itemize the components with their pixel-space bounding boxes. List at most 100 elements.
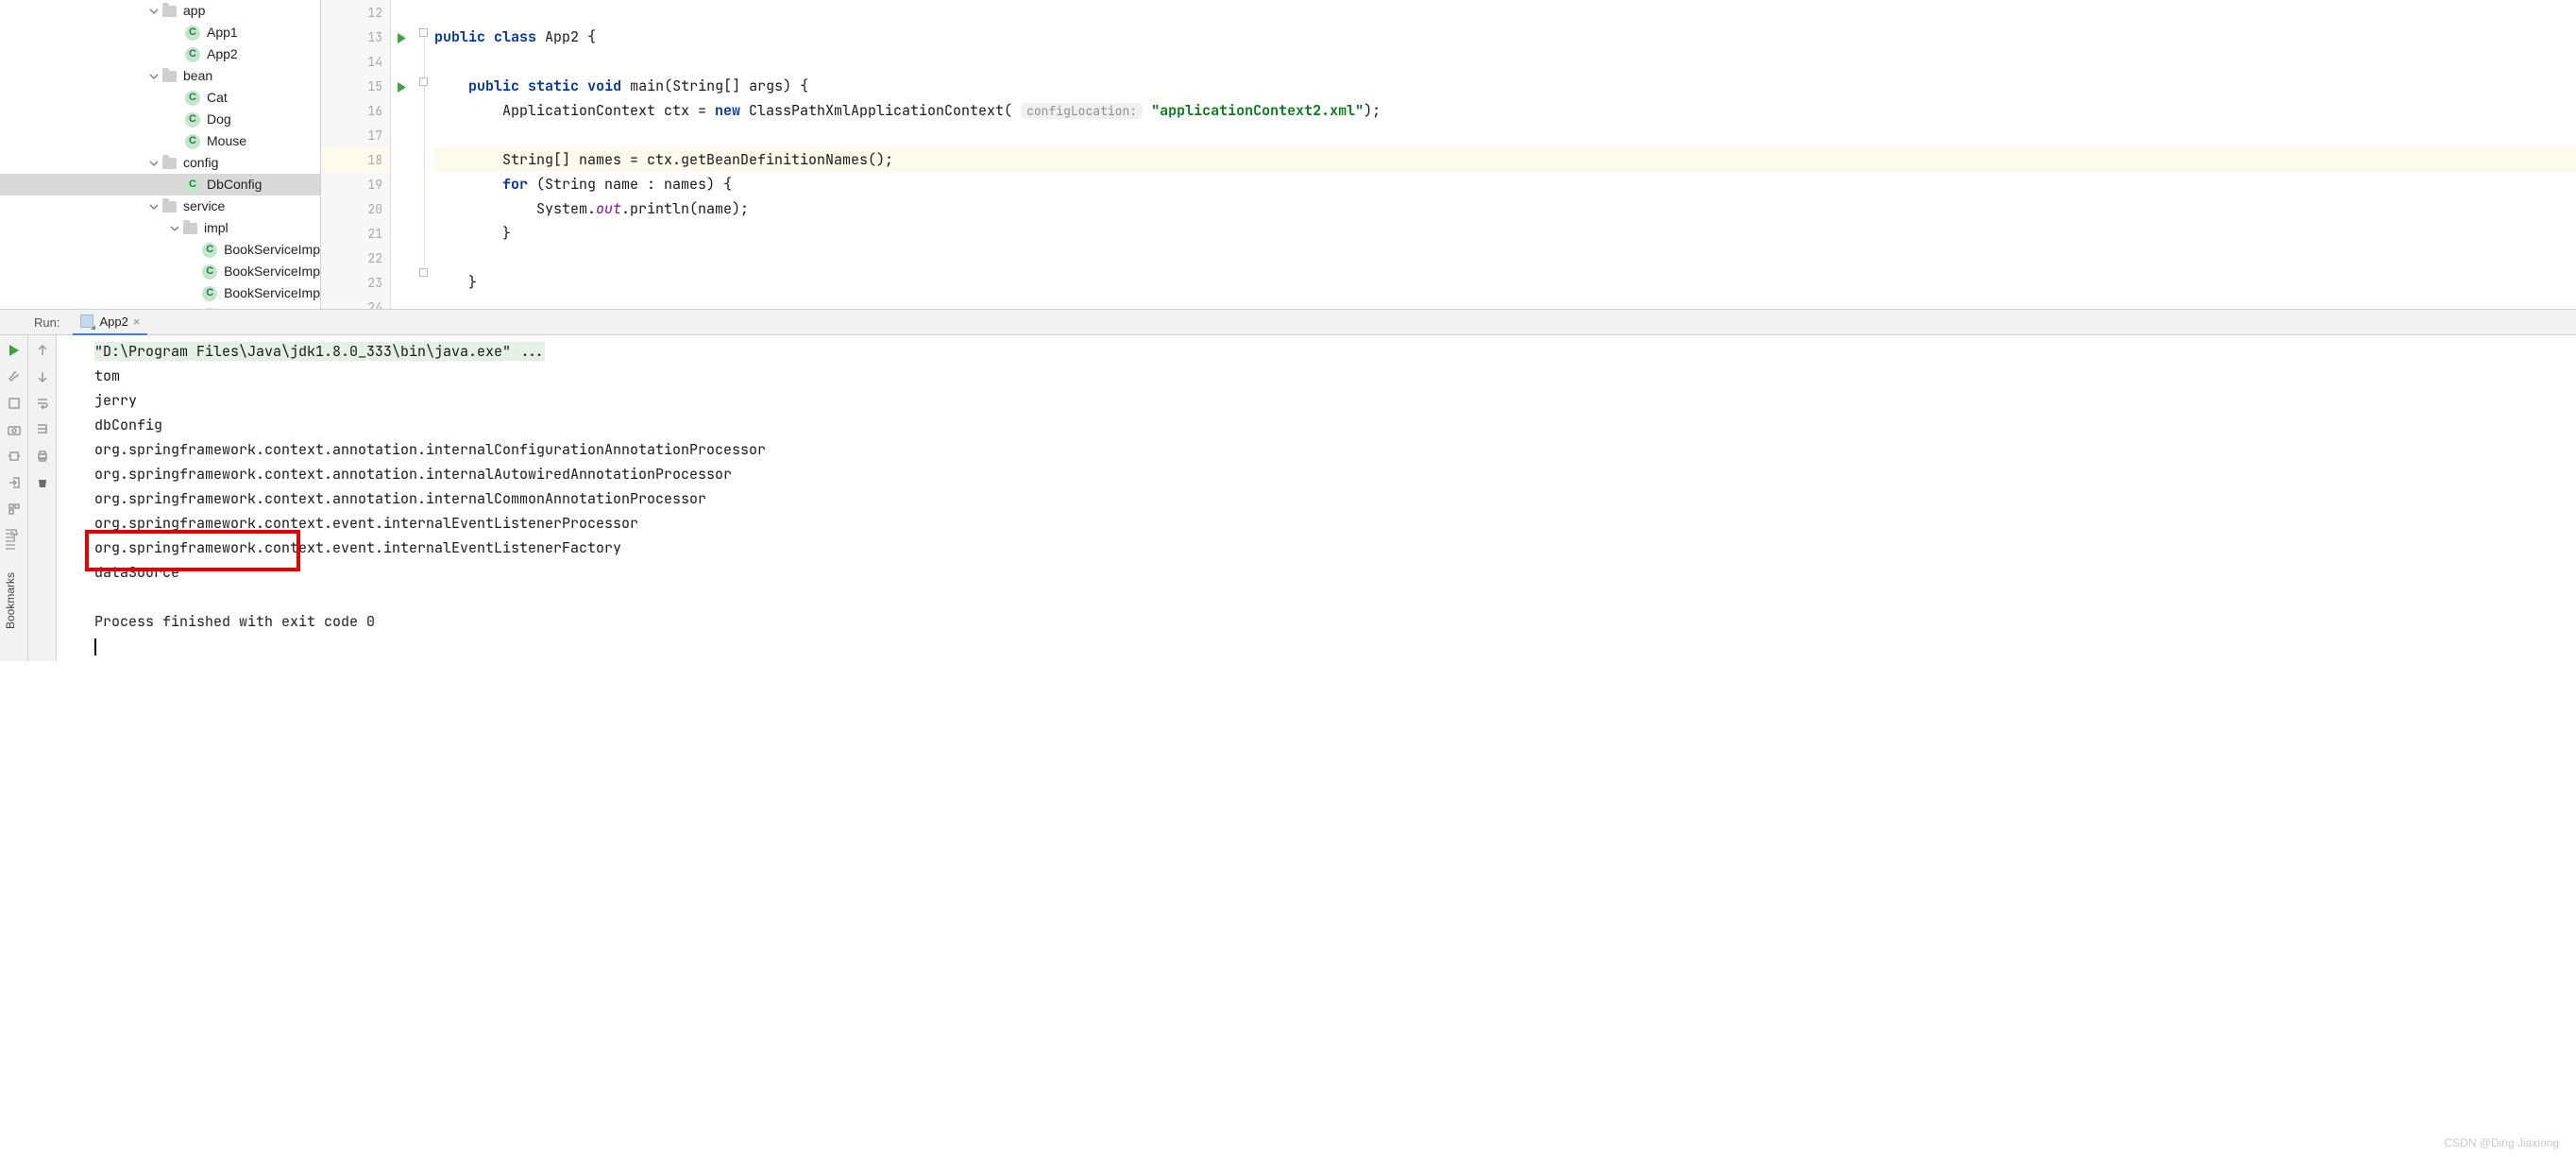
line-number[interactable]: 15	[321, 74, 390, 98]
code-editor[interactable]: 12 13 14 15 16 17 18 19 20 21 22 23 24	[321, 0, 2576, 309]
code-line[interactable]: public class App2 {	[434, 25, 2576, 49]
line-number[interactable]: 19	[321, 172, 390, 196]
tree-label: bean	[183, 65, 212, 87]
command-line: "D:\Program Files\Java\jdk1.8.0_333\bin\…	[94, 342, 545, 361]
chevron-down-icon[interactable]	[170, 224, 179, 233]
editor-gutter[interactable]: 12 13 14 15 16 17 18 19 20 21 22 23 24	[321, 0, 391, 309]
line-number[interactable]: 23	[321, 270, 390, 295]
code-line[interactable]	[434, 295, 2576, 309]
scroll-end-icon[interactable]	[35, 422, 50, 437]
console-line: org.springframework.context.annotation.i…	[94, 486, 2576, 511]
code-line[interactable]: }	[434, 221, 2576, 246]
keyword: new	[715, 101, 740, 120]
static-field: out	[596, 199, 621, 218]
class-icon: C	[185, 26, 200, 41]
line-number[interactable]: 21	[321, 221, 390, 246]
stop-icon[interactable]	[7, 396, 22, 411]
camera-icon[interactable]	[7, 422, 22, 437]
class-icon: C	[185, 134, 200, 149]
tree-class-cat[interactable]: CCat	[0, 87, 320, 109]
tree-class-bookservice[interactable]: CBookServiceImp	[0, 282, 320, 304]
code-line[interactable]	[434, 0, 2576, 25]
keyword: public	[434, 27, 485, 46]
console-line: org.springframework.context.event.intern…	[94, 511, 2576, 536]
line-number[interactable]: 18	[321, 147, 390, 172]
console-line: jerry	[94, 388, 2576, 413]
wrench-icon[interactable]	[7, 369, 22, 384]
tree-folder-config[interactable]: config	[0, 152, 320, 174]
run-console[interactable]: "D:\Program Files\Java\jdk1.8.0_333\bin\…	[57, 335, 2576, 661]
chevron-down-icon[interactable]	[149, 202, 159, 212]
trash-icon[interactable]	[35, 475, 50, 490]
code-line[interactable]	[434, 49, 2576, 74]
tree-class-bookservice[interactable]: CBookServiceImp	[0, 261, 320, 282]
run-gutter-icon[interactable]	[397, 80, 407, 97]
tree-label: App1	[207, 22, 238, 43]
class-icon: C	[185, 112, 200, 128]
line-number[interactable]: 16	[321, 98, 390, 123]
code-line[interactable]: System.out.println(name);	[434, 196, 2576, 221]
tree-label: Cat	[207, 87, 228, 109]
keyword: public	[468, 77, 519, 95]
chevron-down-icon[interactable]	[149, 72, 159, 81]
layout-settings-icon[interactable]	[7, 502, 22, 517]
class-icon: C	[202, 243, 217, 258]
fold-handle[interactable]	[419, 268, 428, 277]
source-code[interactable]: public class App2 { public static void m…	[434, 0, 2576, 309]
soft-wrap-icon[interactable]	[35, 396, 50, 411]
grip-icon[interactable]	[6, 527, 15, 550]
console-line: org.springframework.context.annotation.i…	[94, 437, 2576, 462]
down-arrow-icon[interactable]	[35, 369, 50, 384]
folder-icon	[183, 223, 197, 234]
project-tree[interactable]: app CApp1 CApp2 bean CCat CDog CMouse co…	[0, 0, 321, 309]
run-tool-tabbar[interactable]: Run: App2 ×	[0, 309, 2576, 335]
tree-class-mouse[interactable]: CMouse	[0, 130, 320, 152]
chevron-down-icon[interactable]	[149, 159, 159, 168]
code-line[interactable]: ApplicationContext ctx = new ClassPathXm…	[434, 98, 2576, 123]
tree-class-bookservice[interactable]: CBookServiceImp	[0, 239, 320, 261]
code-line[interactable]: for (String name : names) {	[434, 172, 2576, 196]
rerun-icon[interactable]	[7, 343, 22, 358]
close-icon[interactable]: ×	[133, 315, 141, 329]
code-line[interactable]: String[] names = ctx.getBeanDefinitionNa…	[434, 147, 2576, 172]
line-number[interactable]: 14	[321, 49, 390, 74]
line-number[interactable]: 13	[321, 25, 390, 49]
highlight-annotation	[85, 530, 300, 571]
string-literal: "applicationContext2.xml"	[1151, 101, 1364, 120]
gutter-run-markers	[391, 0, 421, 309]
tree-folder-impl[interactable]: impl	[0, 217, 320, 239]
tree-class-app2[interactable]: CApp2	[0, 43, 320, 65]
code-line[interactable]	[434, 123, 2576, 147]
line-number[interactable]: 12	[321, 0, 390, 25]
run-tab-label: App2	[99, 315, 127, 329]
tree-class-app1[interactable]: C App1	[0, 22, 320, 43]
fold-guide	[424, 87, 425, 266]
line-number[interactable]: 22	[321, 246, 390, 270]
bookmarks-toolwindow-button[interactable]: Bookmarks	[4, 572, 17, 629]
chevron-down-icon[interactable]	[149, 7, 159, 16]
code-line[interactable]: }	[434, 270, 2576, 295]
class-icon: C	[202, 286, 217, 301]
console-line: "D:\Program Files\Java\jdk1.8.0_333\bin\…	[94, 339, 2576, 364]
run-tab-app2[interactable]: App2 ×	[73, 310, 147, 336]
line-number[interactable]: 20	[321, 196, 390, 221]
line-number[interactable]: 17	[321, 123, 390, 147]
fold-column[interactable]	[421, 0, 434, 309]
fold-handle[interactable]	[419, 28, 428, 37]
line-number[interactable]: 24	[321, 295, 390, 309]
fold-handle[interactable]	[419, 77, 428, 86]
watermark: CSDN @Ding Jiaxiong	[2444, 1136, 2559, 1149]
tree-class-dog[interactable]: CDog	[0, 109, 320, 130]
layout-icon[interactable]	[7, 449, 22, 464]
print-icon[interactable]	[35, 449, 50, 464]
exit-icon[interactable]	[7, 475, 22, 490]
code-line[interactable]: public static void main(String[] args) {	[434, 74, 2576, 98]
tree-folder-app[interactable]: app	[0, 0, 320, 22]
keyword: static	[528, 77, 579, 95]
tree-class-dbconfig[interactable]: CDbConfig	[0, 174, 320, 196]
tree-folder-service[interactable]: service	[0, 196, 320, 217]
run-gutter-icon[interactable]	[397, 31, 407, 48]
tree-folder-bean[interactable]: bean	[0, 65, 320, 87]
up-arrow-icon[interactable]	[35, 343, 50, 358]
code-line[interactable]	[434, 246, 2576, 270]
